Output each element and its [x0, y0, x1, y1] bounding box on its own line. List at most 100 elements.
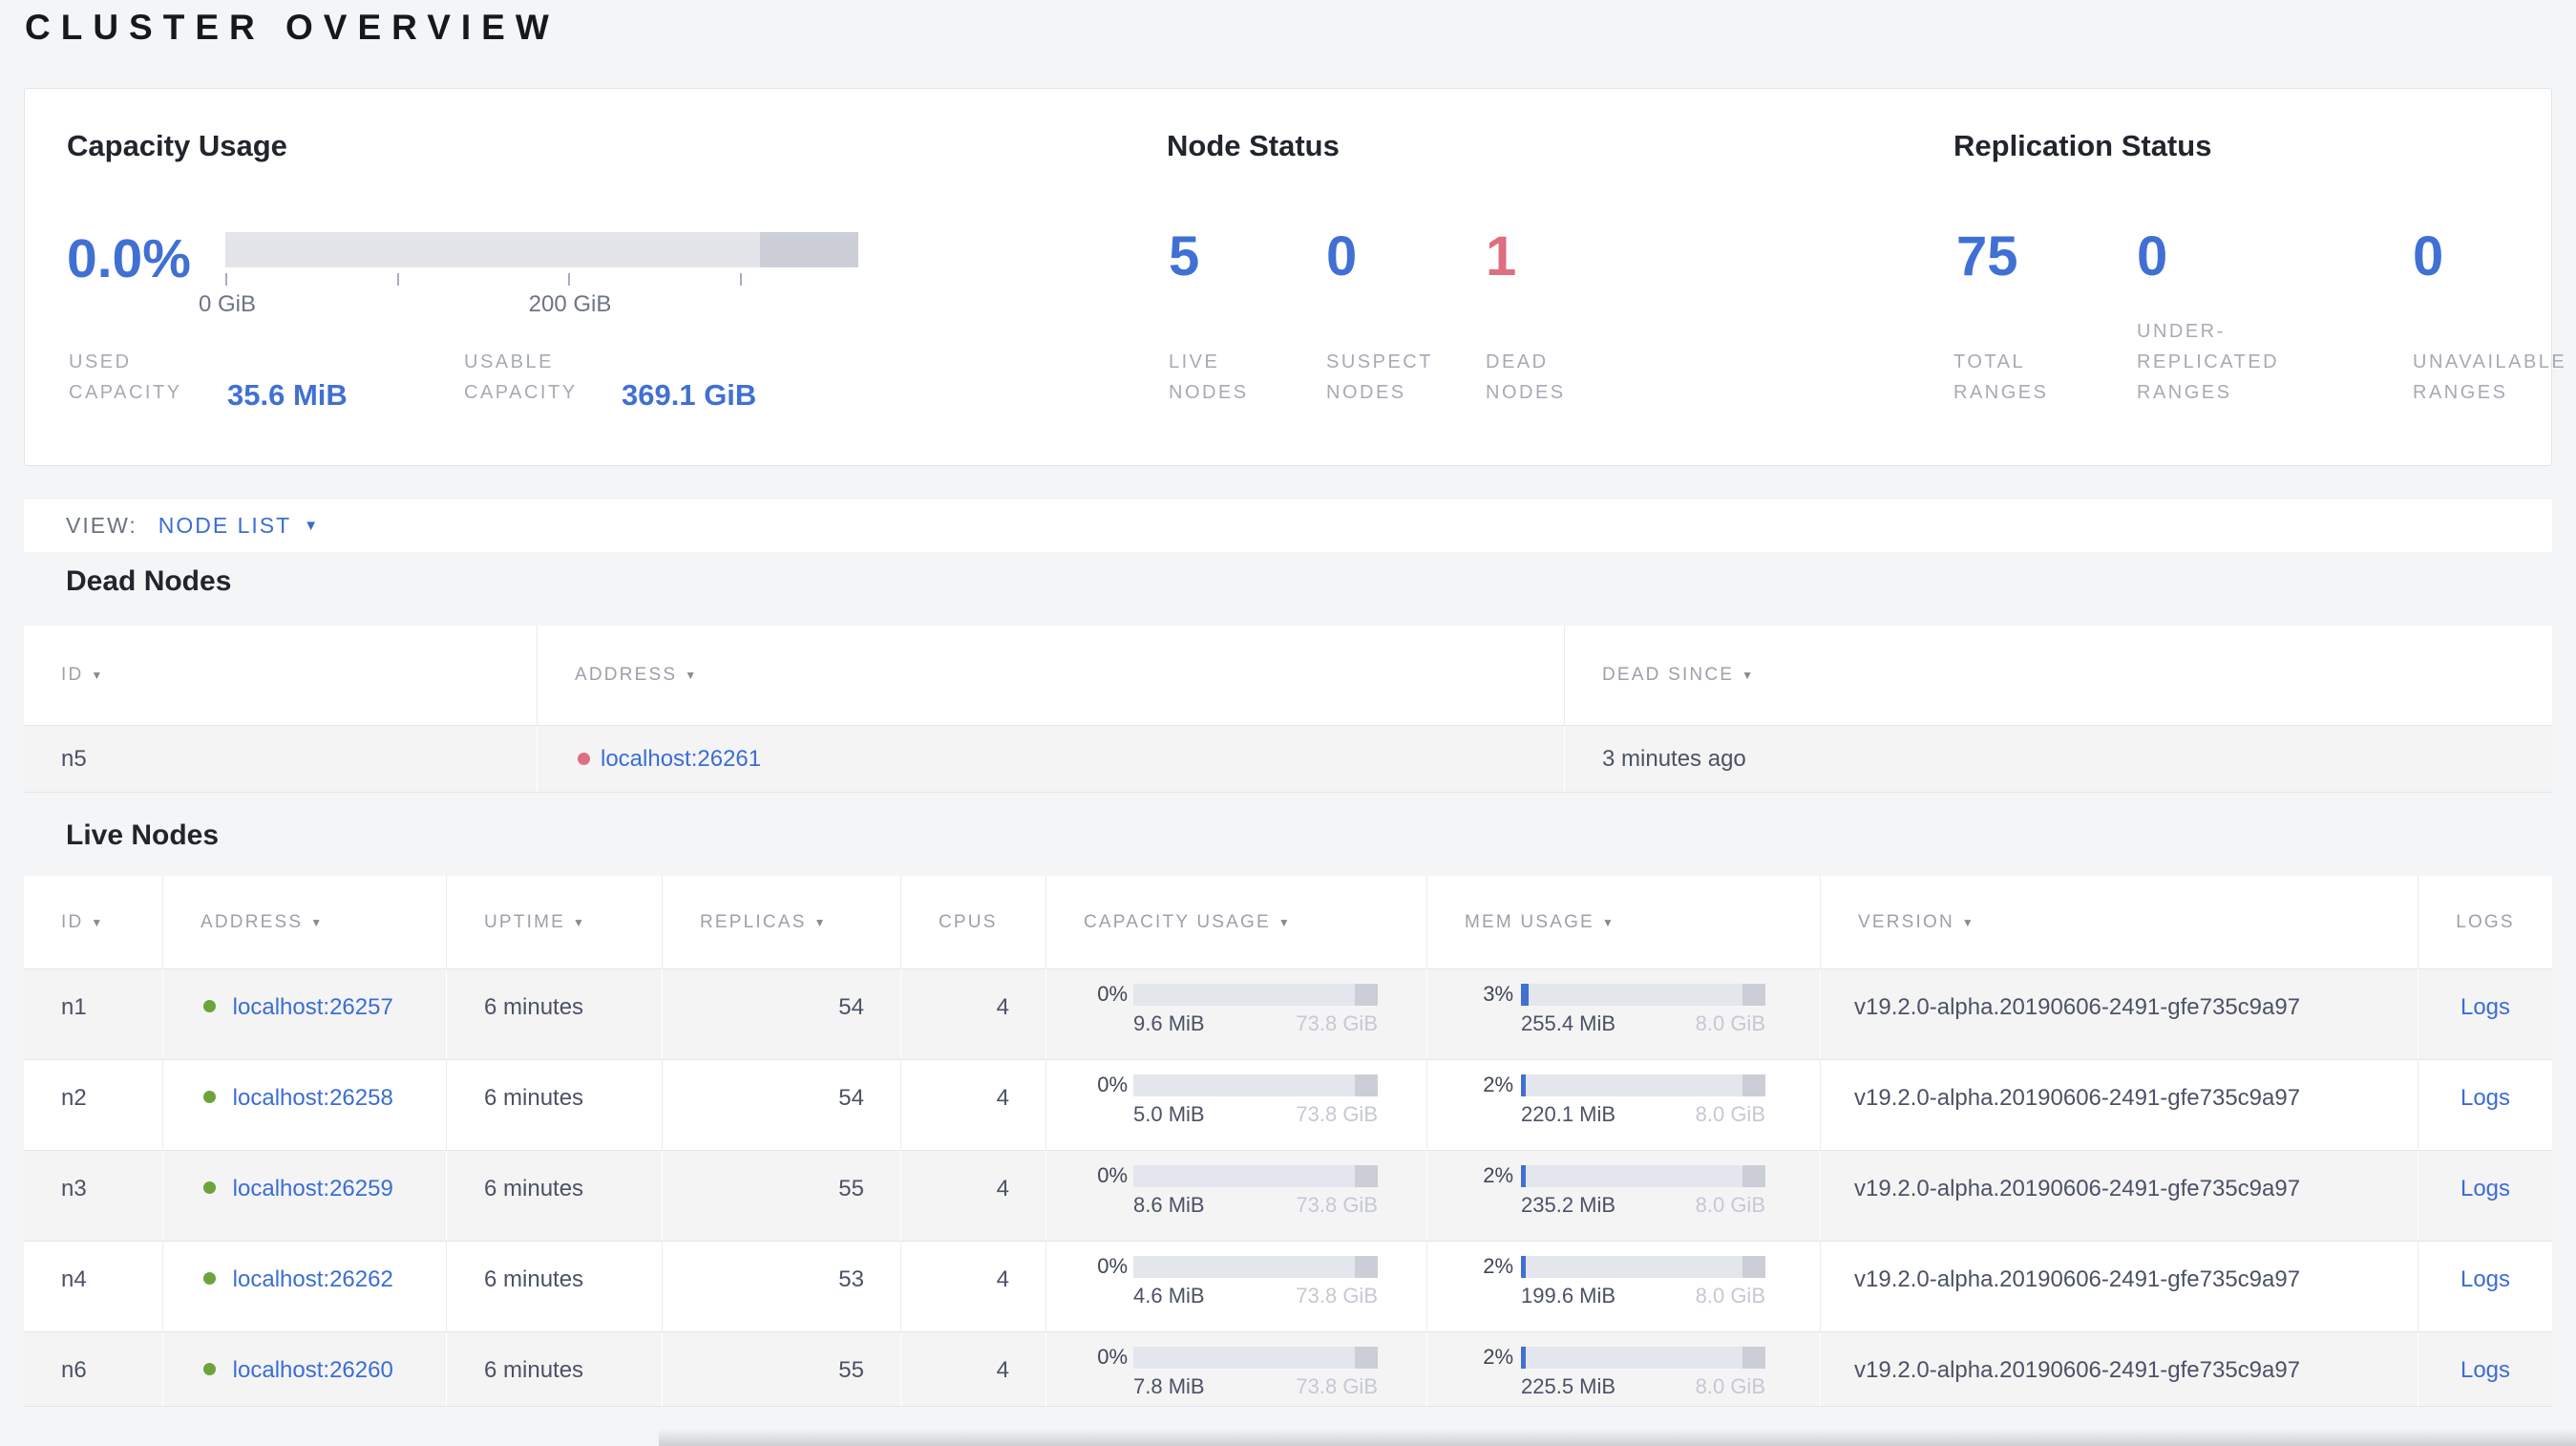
logs-link[interactable]: Logs: [2460, 1266, 2510, 1292]
node-logs-cell: Logs: [2418, 1242, 2552, 1331]
node-mem-cell: 2% 199.6 MiB 8.0 GiB: [1427, 1242, 1821, 1331]
used-capacity-label: USED CAPACITY: [69, 351, 182, 403]
col-label: ID: [61, 911, 84, 932]
live-col-header-address[interactable]: ADDRESS ▼: [163, 876, 447, 968]
mem-percent: 2%: [1483, 1073, 1513, 1096]
mem-bar-reserved-segment: [1742, 1074, 1765, 1096]
node-address-link[interactable]: localhost:26259: [233, 1176, 393, 1201]
mem-used-value: 235.2 MiB: [1521, 1193, 1616, 1217]
node-address-cell: localhost:26257: [163, 969, 447, 1059]
live-nodes-header-row: ID ▼ ADDRESS ▼ UPTIME ▼ REPLICAS ▼ CPUS …: [24, 876, 2552, 969]
live-col-header-id[interactable]: ID ▼: [24, 876, 163, 968]
axis-tick: [225, 273, 227, 286]
live-node-row-n1: n1 localhost:26257 6 minutes 54 4 0% 9.6…: [24, 969, 2552, 1060]
mem-total-value: 8.0 GiB: [1695, 1374, 1765, 1398]
live-nodes-label: LIVE NODES: [1169, 351, 1249, 403]
live-node-row-n2: n2 localhost:26258 6 minutes 54 4 0% 5.0…: [24, 1060, 2552, 1151]
node-address-link[interactable]: localhost:26260: [233, 1357, 393, 1383]
node-replicas-cell: 54: [663, 969, 901, 1059]
node-version-cell: v19.2.0-alpha.20190606-2491-gfe735c9a97: [1821, 969, 2418, 1059]
view-label: VIEW:: [66, 513, 137, 538]
node-address-link[interactable]: localhost:26261: [601, 746, 761, 773]
dead-col-header-dead-since[interactable]: DEAD SINCE ▼: [1565, 626, 2552, 725]
dead-nodes-table: ID ▼ ADDRESS ▼ DEAD SINCE ▼ n5 localhost…: [24, 626, 2552, 793]
node-address-cell: localhost:26259: [163, 1151, 447, 1241]
live-col-header-mem[interactable]: MEM USAGE ▼: [1427, 876, 1821, 968]
usable-capacity-label: USABLE CAPACITY: [464, 351, 578, 403]
unavailable-ranges-count: 0: [2413, 225, 2444, 287]
live-nodes-heading: Live Nodes: [66, 819, 220, 851]
logs-link[interactable]: Logs: [2460, 994, 2510, 1020]
live-node-row-n4: n4 localhost:26262 6 minutes 53 4 0% 4.6…: [24, 1242, 2552, 1332]
mem-bar-fill: [1521, 983, 1529, 1006]
axis-tick: [568, 273, 570, 286]
col-label: REPLICAS: [700, 911, 807, 932]
capacity-bar-reserved-segment: [1354, 1255, 1378, 1278]
node-address-link[interactable]: localhost:26258: [233, 1085, 393, 1111]
cluster-overview-page: CLUSTER OVERVIEW Capacity Usage 0.0% 0 G…: [0, 0, 2576, 1446]
node-cpus-cell: 4: [901, 1332, 1046, 1406]
node-version-cell: v19.2.0-alpha.20190606-2491-gfe735c9a97: [1821, 1060, 2418, 1150]
node-uptime-cell: 6 minutes: [447, 1332, 663, 1406]
node-address-link[interactable]: localhost:26262: [233, 1266, 393, 1292]
live-col-header-version[interactable]: VERSION ▼: [1821, 876, 2418, 968]
view-selector-dropdown[interactable]: NODE LIST: [158, 513, 291, 539]
live-col-header-replicas[interactable]: REPLICAS ▼: [663, 876, 901, 968]
col-label: ADDRESS: [201, 911, 304, 932]
mem-bar-fill: [1521, 1074, 1527, 1096]
node-logs-cell: Logs: [2418, 969, 2552, 1059]
dead-since-cell: 3 minutes ago: [1602, 745, 1746, 772]
col-label: LOGS: [2456, 911, 2515, 932]
node-version-cell: v19.2.0-alpha.20190606-2491-gfe735c9a97: [1821, 1151, 2418, 1241]
sort-desc-icon: ▼: [91, 915, 105, 929]
usable-capacity-value: 369.1 GiB: [622, 378, 757, 412]
node-uptime-cell: 6 minutes: [447, 969, 663, 1059]
replication-status-title: Replication Status: [1953, 129, 2212, 162]
live-status-icon: [203, 1272, 216, 1285]
suspect-nodes-count: 0: [1326, 225, 1358, 287]
capacity-bar: [1133, 1346, 1378, 1369]
dead-nodes-heading: Dead Nodes: [66, 565, 232, 597]
live-col-header-uptime[interactable]: UPTIME ▼: [447, 876, 663, 968]
capacity-percent: 0%: [1097, 982, 1128, 1006]
logs-link[interactable]: Logs: [2460, 1085, 2510, 1111]
logs-link[interactable]: Logs: [2460, 1176, 2510, 1201]
view-selector-bar: VIEW: NODE LIST ▼: [24, 500, 2552, 552]
live-status-icon: [203, 1181, 216, 1194]
sort-desc-icon: ▼: [685, 669, 699, 682]
live-col-header-capacity[interactable]: CAPACITY USAGE ▼: [1046, 876, 1427, 968]
capacity-bar: [1133, 1255, 1378, 1278]
capacity-bar-reserved-segment: [1354, 983, 1378, 1006]
node-mem-cell: 2% 225.5 MiB 8.0 GiB: [1427, 1332, 1821, 1406]
sort-desc-icon: ▼: [1601, 915, 1616, 929]
node-logs-cell: Logs: [2418, 1060, 2552, 1150]
dead-col-header-address[interactable]: ADDRESS ▼: [538, 626, 1565, 725]
logs-link[interactable]: Logs: [2460, 1357, 2510, 1383]
mem-bar-reserved-segment: [1742, 1346, 1765, 1369]
capacity-used-value: 9.6 MiB: [1133, 1011, 1205, 1035]
sort-desc-icon: ▼: [310, 915, 325, 929]
sort-desc-icon: ▼: [1742, 669, 1756, 682]
mem-percent: 2%: [1483, 1345, 1513, 1369]
node-address-link[interactable]: localhost:26257: [233, 994, 393, 1020]
col-label: CPUS: [939, 911, 998, 932]
cluster-summary-card: Capacity Usage 0.0% 0 GiB 200 GiB USED C…: [24, 88, 2565, 466]
node-id-cell: n3: [24, 1151, 163, 1241]
mem-bar-reserved-segment: [1742, 1164, 1765, 1187]
mem-bar-fill: [1521, 1164, 1527, 1187]
dead-nodes-count: 1: [1486, 225, 1517, 287]
mem-bar-reserved-segment: [1742, 983, 1765, 1006]
sort-desc-icon: ▼: [91, 669, 105, 682]
node-logs-cell: Logs: [2418, 1332, 2552, 1406]
chevron-down-icon[interactable]: ▼: [304, 518, 318, 534]
node-logs-cell: Logs: [2418, 1151, 2552, 1241]
node-replicas-cell: 54: [663, 1060, 901, 1150]
capacity-bar-reserved-segment: [760, 232, 858, 267]
dead-col-header-id[interactable]: ID ▼: [24, 626, 538, 725]
live-col-header-cpus[interactable]: CPUS: [901, 876, 1046, 968]
capacity-used-value: 5.0 MiB: [1133, 1102, 1205, 1126]
mem-bar-fill: [1521, 1255, 1527, 1278]
node-address-cell: localhost:26258: [163, 1060, 447, 1150]
node-version-cell: v19.2.0-alpha.20190606-2491-gfe735c9a97: [1821, 1242, 2418, 1331]
node-mem-cell: 2% 220.1 MiB 8.0 GiB: [1427, 1060, 1821, 1150]
